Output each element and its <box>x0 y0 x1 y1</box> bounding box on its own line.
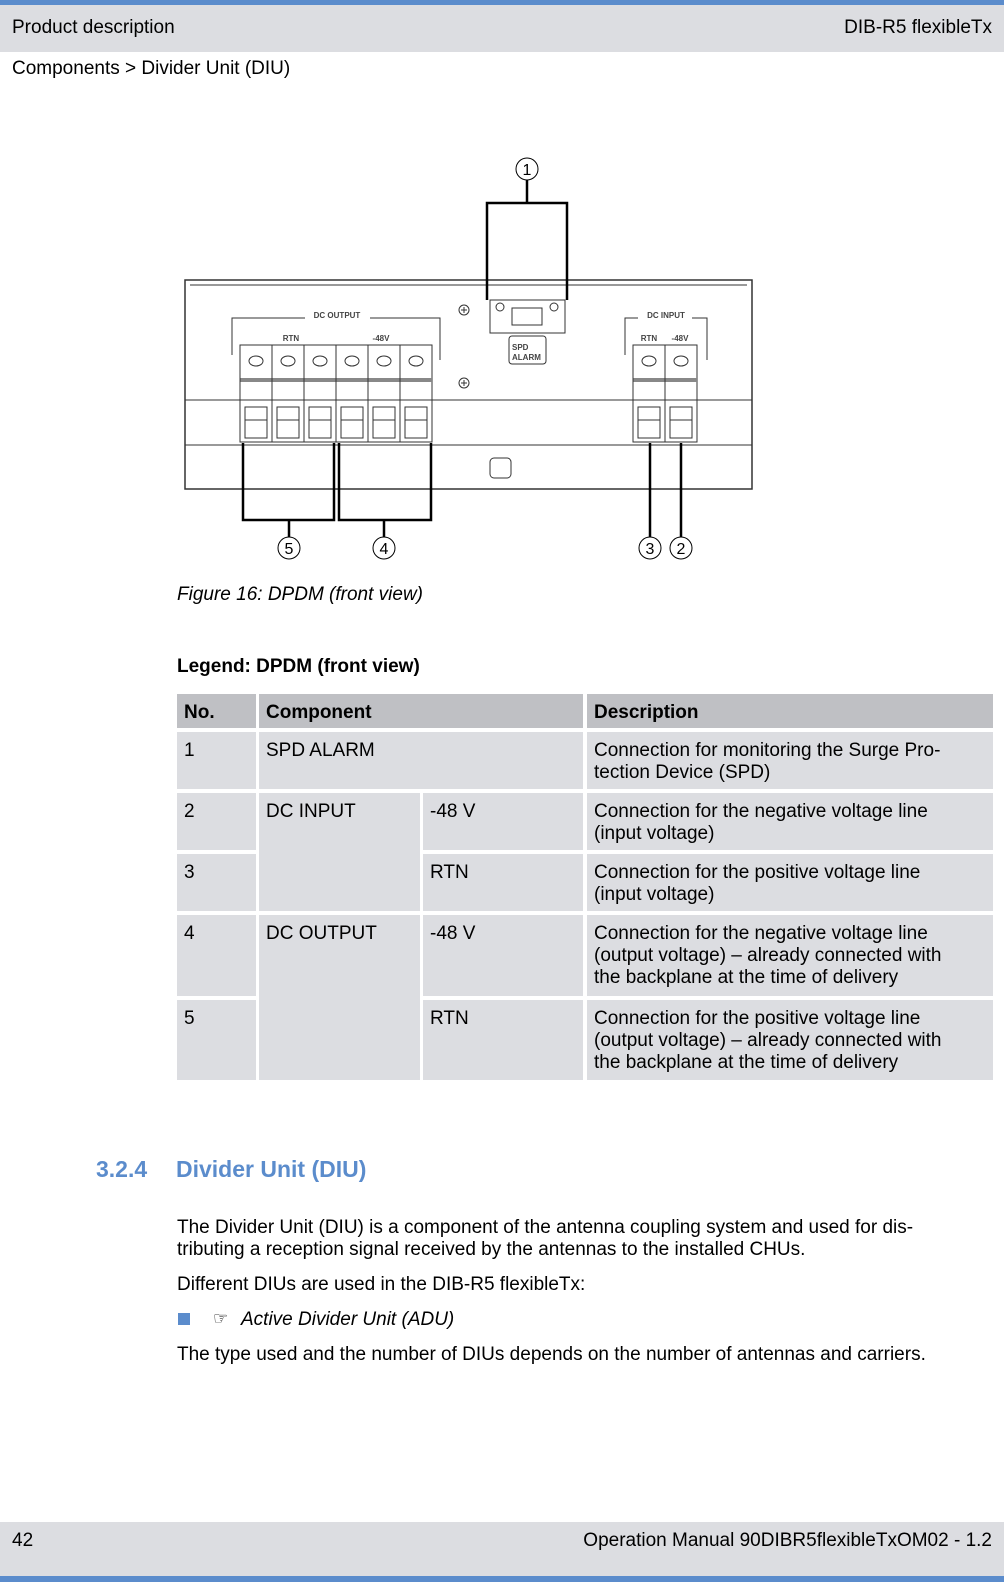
legend-title: Legend: DPDM (front view) <box>177 656 420 677</box>
row2-description: Connection for the negative voltage line… <box>587 793 993 850</box>
hand-pointer-icon: ☞ <box>213 1309 229 1328</box>
svg-text:1: 1 <box>523 162 532 179</box>
label-rtn: RTN <box>283 334 300 343</box>
row2-component: DC INPUT <box>259 793 420 911</box>
page: Product description DIB-R5 flexibleTx Co… <box>0 0 1004 1582</box>
header-component: Component <box>259 694 583 728</box>
row4-no: 4 <box>177 915 256 996</box>
callout-2: 2 <box>669 536 693 560</box>
label-spd: SPD <box>512 343 529 352</box>
bullet-square <box>178 1313 190 1325</box>
callout-3: 3 <box>638 536 662 560</box>
callout-5: 5 <box>277 536 301 560</box>
label-48v: -48V <box>373 334 391 343</box>
figure-caption: Figure 16: DPDM (front view) <box>177 584 424 605</box>
terminal-unit <box>239 345 268 442</box>
terminal-unit <box>271 345 300 442</box>
svg-text:3: 3 <box>646 541 655 558</box>
row5-sub: RTN <box>423 1000 583 1080</box>
dpdm-figure: DC OUTPUT RTN -48V DC INPUT RTN -48V SPD… <box>184 157 753 560</box>
terminal-unit <box>335 345 364 442</box>
row1-component: SPD ALARM <box>259 732 583 789</box>
adu-link[interactable]: Active Divider Unit (ADU) <box>241 1309 454 1331</box>
row3-no: 3 <box>177 854 256 911</box>
label-alarm: ALARM <box>512 353 541 362</box>
section-title: Divider Unit (DIU) <box>176 1156 367 1182</box>
document-id: Operation Manual 90DIBR5flexibleTxOM02 -… <box>583 1530 992 1551</box>
row3-description: Connection for the positive voltage line… <box>587 854 993 911</box>
header-no: No. <box>177 694 256 728</box>
screw-icons <box>458 304 470 389</box>
label-input-rtn: RTN <box>641 334 658 343</box>
label-dc-input: DC INPUT <box>647 311 685 320</box>
section-paragraph-3: The type used and the number of DIUs dep… <box>177 1344 926 1365</box>
section-paragraph-2: Different DIUs are used in the DIB-R5 fl… <box>177 1274 586 1295</box>
page-number: 42 <box>12 1530 34 1551</box>
callout-4: 4 <box>372 536 396 560</box>
row1-no: 1 <box>177 732 256 789</box>
svg-text:5: 5 <box>285 541 294 558</box>
terminal-unit <box>303 345 332 442</box>
label-input-48v: -48V <box>672 334 690 343</box>
svg-text:2: 2 <box>677 541 686 558</box>
dc-output-block <box>231 317 441 443</box>
row3-sub: RTN <box>423 854 583 911</box>
callout-1: 1 <box>515 157 539 181</box>
row5-no: 5 <box>177 1000 256 1080</box>
bottom-accent-bar <box>0 1576 1004 1582</box>
section-number: 3.2.4 <box>96 1156 148 1182</box>
terminal-unit <box>367 345 396 442</box>
terminal-unit <box>664 345 693 442</box>
row4-sub: -48 V <box>423 915 583 996</box>
row4-description: Connection for the negative voltage line… <box>587 915 993 996</box>
callout-lines <box>241 180 683 537</box>
dc-input-block <box>624 317 708 443</box>
header-description: Description <box>587 694 993 728</box>
svg-text:4: 4 <box>380 541 389 558</box>
page-footer: 42 Operation Manual 90DIBR5flexibleTxOM0… <box>0 1522 1004 1576</box>
terminal-unit <box>399 345 428 442</box>
row4-component: DC OUTPUT <box>259 915 420 1080</box>
section-paragraph-1: The Divider Unit (DIU) is a component of… <box>177 1217 914 1260</box>
row2-no: 2 <box>177 793 256 850</box>
row5-description: Connection for the positive voltage line… <box>587 1000 993 1080</box>
label-dc-output: DC OUTPUT <box>314 311 361 320</box>
row2-sub: -48 V <box>423 793 583 850</box>
row1-description: Connection for monitoring the Surge Pro-… <box>587 732 993 789</box>
terminal-unit <box>632 345 661 442</box>
